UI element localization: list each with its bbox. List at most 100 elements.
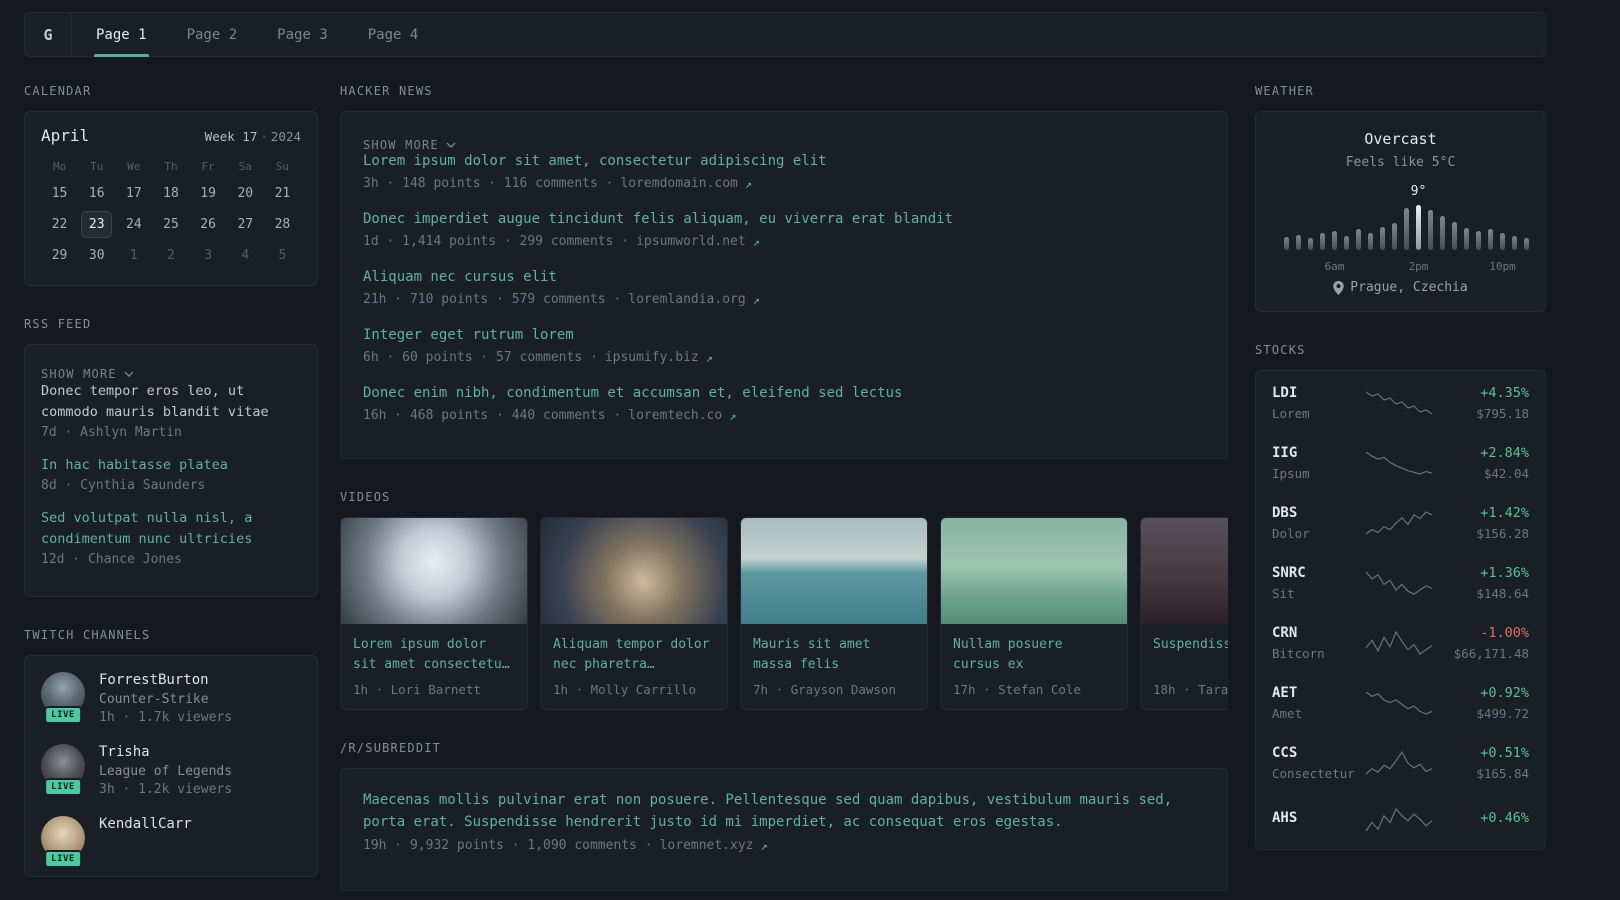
calendar-day[interactable]: 27	[230, 211, 261, 238]
rss-item: Donec tempor eros leo, ut commodo mauris…	[41, 381, 301, 440]
calendar-day[interactable]: 20	[230, 180, 261, 207]
rss-show-more-button[interactable]: SHOW MORE	[41, 367, 134, 381]
video-thumbnail[interactable]	[1141, 518, 1228, 624]
video-thumbnail[interactable]	[341, 518, 527, 624]
stock-row[interactable]: SNRC Sit +1.36% $148.64	[1272, 565, 1529, 601]
hn-item-title[interactable]: Donec enim nibh, condimentum et accumsan…	[363, 384, 1205, 403]
channel-name[interactable]: KendallCarr	[99, 816, 192, 832]
twitch-channel-row[interactable]: LIVE KendallCarr	[41, 816, 301, 868]
stock-price: $165.84	[1476, 766, 1529, 781]
video-card[interactable]: Nullam posuere cursus ex 17h · Stefan Co…	[940, 517, 1128, 710]
calendar-day[interactable]: 30	[81, 242, 112, 269]
stock-row[interactable]: CCS Consectetur +0.51% $165.84	[1272, 745, 1529, 781]
calendar-day[interactable]: 28	[267, 211, 298, 238]
calendar-day[interactable]: 4	[230, 242, 261, 269]
twitch-channel-row[interactable]: LIVE Trisha League of Legends 3h · 1.2k …	[41, 744, 301, 797]
calendar-day[interactable]: 5	[267, 242, 298, 269]
hn-item-title[interactable]: Integer eget rutrum lorem	[363, 326, 1205, 345]
video-card[interactable]: Mauris sit amet massa felis 7h · Grayson…	[740, 517, 928, 710]
calendar-day[interactable]: 15	[44, 180, 75, 207]
calendar-day[interactable]: 3	[193, 242, 224, 269]
calendar-day[interactable]: 21	[267, 180, 298, 207]
channel-name[interactable]: Trisha	[99, 744, 232, 760]
weather-condition: Overcast	[1364, 130, 1437, 148]
left-column: CALENDAR April Week 17 · 2024 Mo Tu We Th Fr Sa…	[24, 84, 318, 891]
twitch-channel-row[interactable]: LIVE ForrestBurton Counter-Strike 1h · 1…	[41, 672, 301, 725]
calendar-day[interactable]: 2	[155, 242, 186, 269]
video-thumbnail[interactable]	[541, 518, 727, 624]
hn-item-title[interactable]: Aliquam nec cursus elit	[363, 268, 1205, 287]
video-card[interactable]: Suspendisse diam 18h · Tara	[1140, 517, 1228, 710]
hn-item-domain[interactable]: ipsumworld.net	[636, 234, 746, 249]
weather-hour-bar	[1488, 229, 1493, 250]
stock-price: $66,171.48	[1453, 646, 1529, 661]
weather-bar-slot: 9° 2pm	[1409, 184, 1429, 273]
video-title[interactable]: Aliquam tempor dolor nec pharetra…	[553, 635, 715, 675]
calendar-day[interactable]: 24	[118, 211, 149, 238]
rss-item-title[interactable]: In hac habitasse platea	[41, 455, 301, 476]
hn-item-domain[interactable]: loremdomain.com	[620, 176, 737, 191]
stock-name: Ipsum	[1272, 466, 1310, 481]
live-badge: LIVE	[44, 850, 82, 868]
video-author: 1h · Molly Carrillo	[553, 682, 696, 697]
calendar-day[interactable]: 18	[155, 180, 186, 207]
hn-item-domain[interactable]: loremlandia.org	[628, 292, 745, 307]
hn-item-domain[interactable]: ipsumify.biz	[605, 350, 699, 365]
channel-name[interactable]: ForrestBurton	[99, 672, 232, 688]
subreddit-post-domain[interactable]: loremnet.xyz	[660, 838, 754, 853]
channel-info: Trisha League of Legends 3h · 1.2k viewe…	[99, 744, 232, 797]
page-tab[interactable]: Page 2	[185, 13, 240, 56]
calendar-day[interactable]: 22	[44, 211, 75, 238]
video-card-body: Suspendisse diam 18h · Tara	[1141, 624, 1228, 709]
calendar-day[interactable]: 29	[44, 242, 75, 269]
calendar-day[interactable]: 26	[193, 211, 224, 238]
stock-identity: DBS Dolor	[1272, 505, 1360, 541]
video-title[interactable]: Mauris sit amet massa felis	[753, 635, 915, 675]
middle-column: HACKER NEWS SHOW MORE Lorem ipsum dolor …	[340, 84, 1228, 891]
hn-item-domain[interactable]: loremtech.co	[628, 408, 722, 423]
video-thumbnail[interactable]	[941, 518, 1127, 624]
weather-bar-slot	[1464, 228, 1469, 250]
rss-item: In hac habitasse platea 8d · Cynthia Sau…	[41, 455, 301, 493]
rss-item-title[interactable]: Donec tempor eros leo, ut commodo mauris…	[41, 381, 301, 423]
stock-row[interactable]: DBS Dolor +1.42% $156.28	[1272, 505, 1529, 541]
live-badge: LIVE	[44, 778, 82, 796]
rss-item-title[interactable]: Sed volutpat nulla nisl, a condimentum n…	[41, 508, 301, 550]
video-title[interactable]: Nullam posuere cursus ex	[953, 635, 1115, 675]
hn-item-title[interactable]: Lorem ipsum dolor sit amet, consectetur …	[363, 152, 1205, 171]
weather-hour-bar	[1512, 236, 1517, 250]
video-card[interactable]: Aliquam tempor dolor nec pharetra… 1h · …	[540, 517, 728, 710]
weather-hour-bar	[1476, 231, 1481, 250]
page-tab[interactable]: Page 1	[94, 13, 149, 57]
calendar-day[interactable]: 17	[118, 180, 149, 207]
calendar-day[interactable]: 23	[81, 211, 113, 238]
stock-row[interactable]: AET Amet +0.92% $499.72	[1272, 685, 1529, 721]
hn-item: Donec imperdiet augue tincidunt felis al…	[363, 210, 1205, 249]
rss-item: Sed volutpat nulla nisl, a condimentum n…	[41, 508, 301, 567]
stocks-section-title: STOCKS	[1255, 343, 1306, 357]
stock-price: $795.18	[1476, 406, 1529, 421]
stock-row[interactable]: IIG Ipsum +2.84% $42.04	[1272, 445, 1529, 481]
calendar-day[interactable]: 19	[193, 180, 224, 207]
page-tab[interactable]: Page 3	[275, 13, 330, 56]
calendar-day[interactable]: 16	[81, 180, 112, 207]
hn-item-title[interactable]: Donec imperdiet augue tincidunt felis al…	[363, 210, 1205, 229]
stock-change: +1.36%	[1480, 565, 1529, 581]
video-title[interactable]: Suspendisse diam	[1153, 635, 1228, 675]
stock-row[interactable]: LDI Lorem +4.35% $795.18	[1272, 385, 1529, 421]
video-title[interactable]: Lorem ipsum dolor sit amet consectetu…	[353, 635, 515, 675]
page-tab[interactable]: Page 4	[366, 13, 421, 56]
video-card[interactable]: Lorem ipsum dolor sit amet consectetu… 1…	[340, 517, 528, 710]
calendar-day[interactable]: 25	[155, 211, 186, 238]
stock-row[interactable]: AHS +0.46%	[1272, 805, 1529, 835]
hn-show-more-button[interactable]: SHOW MORE	[363, 138, 456, 152]
video-card-body: Mauris sit amet massa felis 7h · Grayson…	[741, 624, 927, 709]
weekday-label: We	[127, 160, 141, 173]
calendar-day[interactable]: 1	[118, 242, 149, 269]
video-thumbnail[interactable]	[741, 518, 927, 624]
subreddit-post-title[interactable]: Maecenas mollis pulvinar erat non posuer…	[363, 789, 1183, 833]
stock-row[interactable]: CRN Bitcorn -1.00% $66,171.48	[1272, 625, 1529, 661]
hackernews-widget: HACKER NEWS SHOW MORE Lorem ipsum dolor …	[340, 84, 1228, 459]
channel-info: ForrestBurton Counter-Strike 1h · 1.7k v…	[99, 672, 232, 725]
rss-section-title: RSS FEED	[24, 317, 92, 331]
